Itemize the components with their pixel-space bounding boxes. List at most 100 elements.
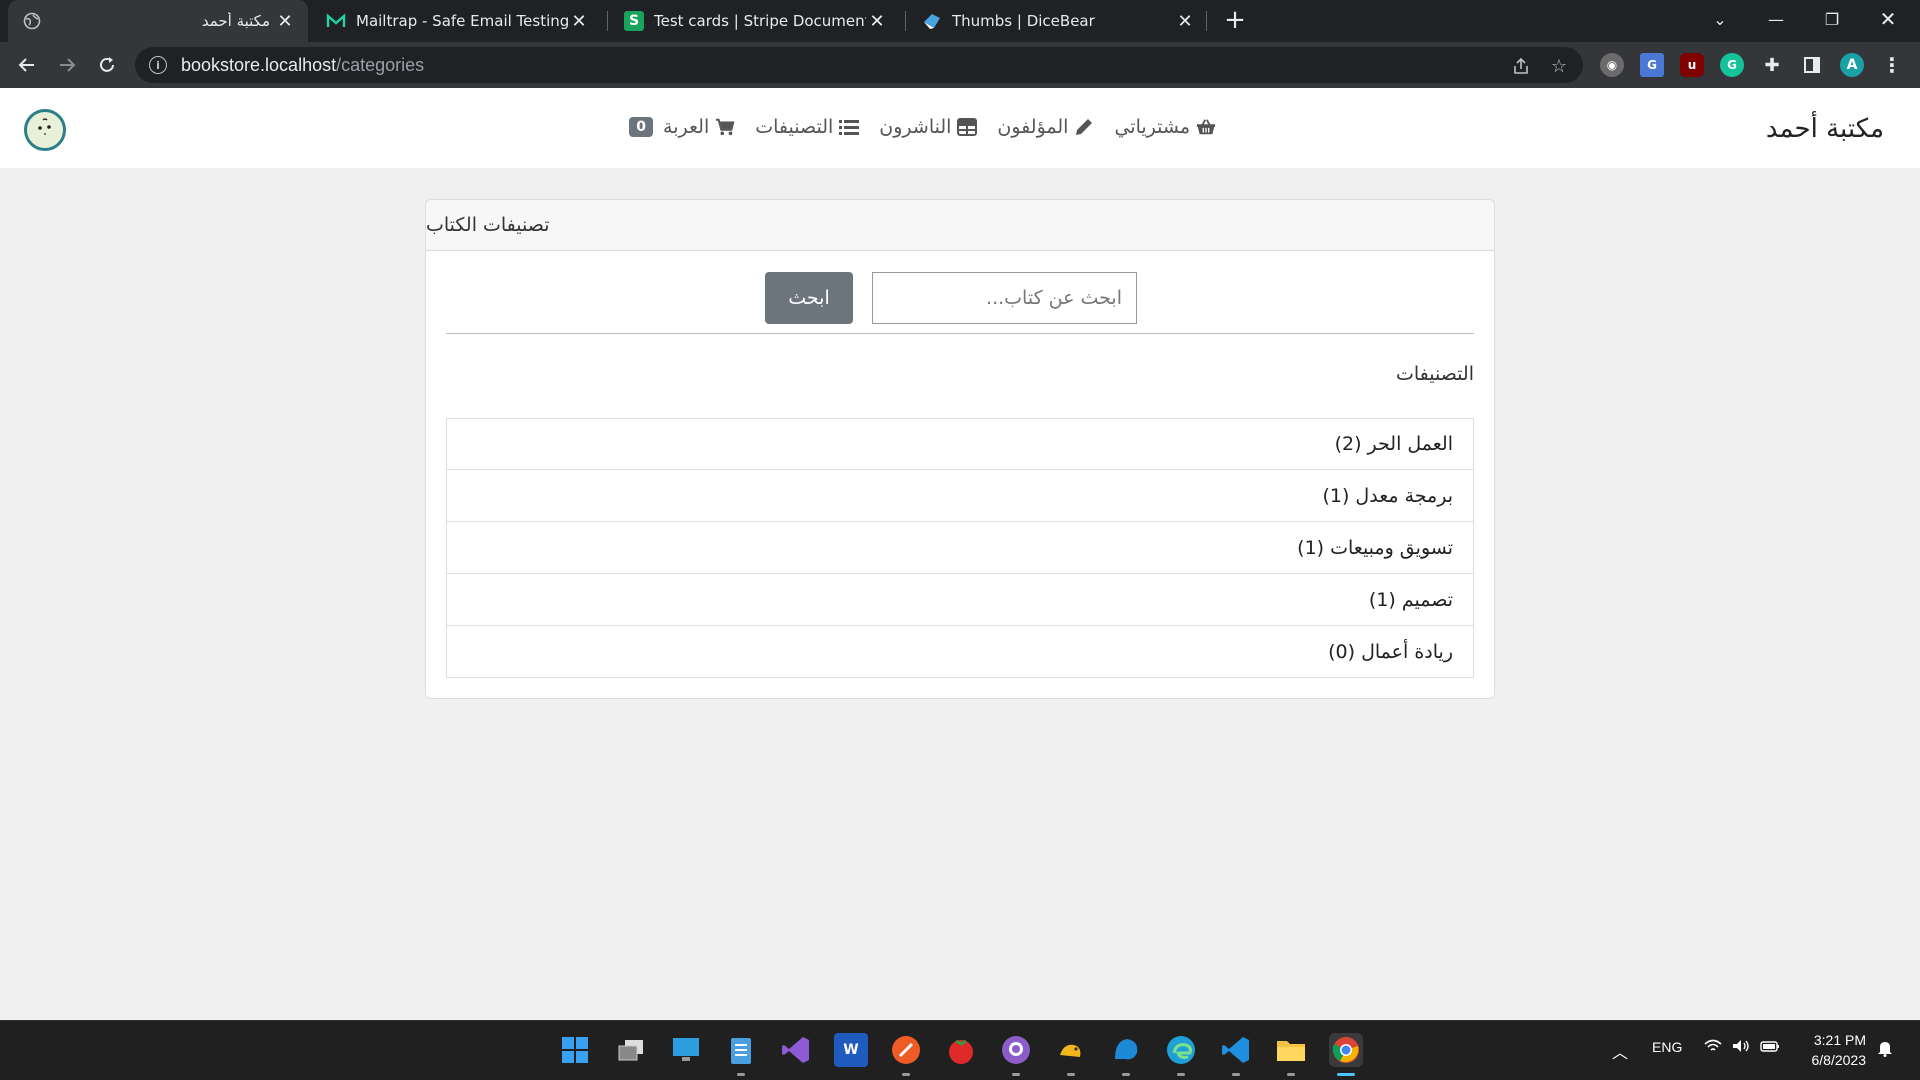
nav-categories[interactable]: التصنيفات: [755, 116, 860, 138]
notepad-icon[interactable]: [724, 1033, 758, 1067]
word-icon[interactable]: W: [834, 1033, 868, 1067]
close-icon[interactable]: ✕: [568, 10, 590, 32]
categories-section-title: التصنيفات: [1395, 363, 1474, 385]
wifi-icon[interactable]: [1704, 1039, 1722, 1056]
categories-list: العمل الحر (2) برمجة معدل (1) تسويق ومبي…: [446, 418, 1474, 678]
task-view-icon[interactable]: [614, 1033, 648, 1067]
reload-button[interactable]: [92, 50, 122, 80]
bookmark-star-icon[interactable]: ☆: [1549, 56, 1569, 77]
duck-app-icon[interactable]: [1054, 1033, 1088, 1067]
close-icon[interactable]: ✕: [274, 10, 296, 32]
owl-extension-icon[interactable]: ◉: [1600, 53, 1624, 77]
avatar-face-icon: [38, 118, 51, 135]
side-panel-icon[interactable]: [1800, 53, 1824, 77]
share-icon[interactable]: [1511, 56, 1531, 76]
running-indicator: [1067, 1073, 1075, 1076]
close-icon[interactable]: ✕: [866, 10, 888, 32]
mysql-workbench-icon[interactable]: [1109, 1033, 1143, 1067]
url-text: bookstore.localhost/categories: [181, 55, 424, 76]
running-indicator: [1287, 1073, 1295, 1076]
list-icon: [839, 117, 860, 137]
github-desktop-icon[interactable]: [999, 1033, 1033, 1067]
system-clock[interactable]: 3:21 PM 6/8/2023: [1812, 1030, 1867, 1070]
puzzle-extensions-icon[interactable]: ✚: [1760, 53, 1784, 77]
tab-title: Mailtrap - Safe Email Testing: [356, 12, 568, 30]
language-indicator[interactable]: ENG: [1652, 1039, 1682, 1055]
table-icon: [957, 117, 978, 137]
globe-icon: [22, 11, 42, 31]
nav-publishers[interactable]: الناشرون: [879, 116, 978, 138]
category-item[interactable]: ريادة أعمال (0): [446, 626, 1474, 678]
close-icon[interactable]: ✕: [1174, 10, 1196, 32]
ublock-extension-icon[interactable]: u: [1680, 53, 1704, 77]
translate-extension-icon[interactable]: G: [1640, 53, 1664, 77]
category-item[interactable]: برمجة معدل (1): [446, 470, 1474, 522]
url-host: bookstore.localhost: [181, 54, 337, 75]
tab-dicebear[interactable]: Thumbs | DiceBear ✕: [908, 0, 1208, 42]
tab-search-icon[interactable]: ⌄: [1698, 0, 1742, 38]
tab-mailtrap[interactable]: Mailtrap - Safe Email Testing ✕: [312, 0, 602, 42]
forward-button[interactable]: [52, 50, 82, 80]
mailtrap-icon: [326, 11, 346, 31]
profile-avatar[interactable]: A: [1840, 53, 1864, 77]
notification-bell-icon[interactable]: [1876, 1039, 1894, 1060]
chrome-icon[interactable]: [1329, 1033, 1363, 1067]
tab-title: Test cards | Stripe Documentation: [654, 12, 866, 30]
tab-title: Thumbs | DiceBear: [952, 12, 1095, 30]
browser-tab-bar: مكتبة أحمد ✕ Mailtrap - Safe Email Testi…: [0, 0, 1920, 42]
url-path: /categories: [336, 54, 425, 75]
reload-icon: [100, 57, 114, 72]
stripe-icon: S: [624, 11, 644, 31]
category-item[interactable]: تصميم (1): [446, 574, 1474, 626]
restore-button[interactable]: ❐: [1810, 0, 1854, 38]
categories-card: تصنيفات الكتاب ابحث التصنيفات العمل الحر…: [425, 199, 1495, 699]
search-input[interactable]: [872, 272, 1137, 324]
tab-separator: [607, 11, 608, 31]
chevron-up-icon[interactable]: ︿: [1612, 1039, 1628, 1063]
edge-icon[interactable]: [1164, 1033, 1198, 1067]
site-brand[interactable]: مكتبة أحمد: [1766, 114, 1884, 144]
tab-bookstore[interactable]: مكتبة أحمد ✕: [8, 0, 308, 42]
clock-date: 6/8/2023: [1811, 1052, 1867, 1068]
grammarly-extension-icon[interactable]: G: [1720, 53, 1744, 77]
nav-publishers-label: الناشرون: [879, 116, 952, 138]
kebab-menu-icon[interactable]: ⋮: [1880, 53, 1904, 77]
divider: [446, 333, 1474, 334]
basket-icon: [1196, 117, 1216, 137]
tab-title: مكتبة أحمد: [201, 12, 270, 30]
file-explorer-icon[interactable]: [1274, 1033, 1308, 1067]
visual-studio-icon[interactable]: [779, 1033, 813, 1067]
address-bar[interactable]: i bookstore.localhost/categories ☆: [135, 47, 1583, 83]
battery-icon[interactable]: [1760, 1039, 1780, 1056]
minimize-button[interactable]: —: [1754, 0, 1798, 38]
info-icon[interactable]: i: [149, 56, 167, 74]
running-indicator: [1177, 1073, 1185, 1076]
pencil-icon: [1074, 117, 1094, 137]
desktop-icon[interactable]: [669, 1033, 703, 1067]
nav-purchases[interactable]: مشترياتي: [1114, 116, 1216, 138]
search-button[interactable]: ابحث: [765, 272, 853, 324]
volume-icon[interactable]: [1732, 1039, 1750, 1056]
windows-start-icon[interactable]: [558, 1033, 592, 1067]
running-indicator: [902, 1073, 910, 1076]
nav-authors-label: المؤلفون: [997, 116, 1069, 138]
tab-stripe[interactable]: S Test cards | Stripe Documentation ✕: [610, 0, 900, 42]
category-item[interactable]: تسويق ومبيعات (1): [446, 522, 1474, 574]
tomato-timer-icon[interactable]: [944, 1033, 978, 1067]
tab-separator: [905, 11, 906, 31]
arrow-left-icon: [18, 58, 34, 72]
nav-cart[interactable]: العربة 0: [629, 116, 735, 138]
vscode-icon[interactable]: [1219, 1033, 1253, 1067]
nav-authors[interactable]: المؤلفون: [997, 116, 1094, 138]
category-item[interactable]: العمل الحر (2): [446, 418, 1474, 470]
clock-time: 3:21 PM: [1813, 1032, 1866, 1048]
postman-icon[interactable]: [889, 1033, 923, 1067]
user-avatar[interactable]: [24, 109, 66, 151]
back-button[interactable]: [12, 50, 42, 80]
windows-taskbar: W ︿ ENG 3:21 PM 6/8/2023: [0, 1020, 1920, 1080]
nav-categories-label: التصنيفات: [755, 116, 834, 138]
cart-icon: [715, 117, 735, 137]
new-tab-button[interactable]: +: [1222, 7, 1248, 34]
site-navbar: مكتبة أحمد العربة 0 التصنيفات الناشرون ا…: [0, 88, 1920, 168]
close-window-button[interactable]: ✕: [1866, 0, 1910, 38]
